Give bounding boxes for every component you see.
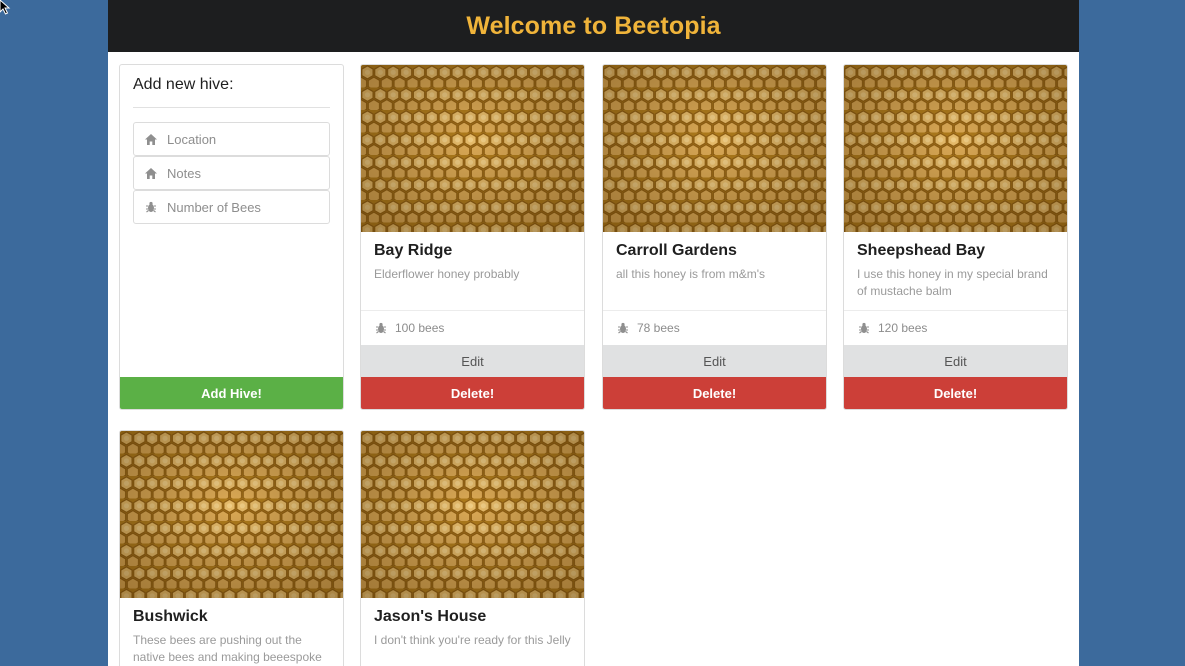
- home-icon: [144, 132, 158, 146]
- location-input[interactable]: [167, 131, 317, 147]
- delete-button[interactable]: Delete!: [603, 377, 826, 409]
- bee-count-label: 78 bees: [637, 321, 680, 335]
- hive-card: Bay Ridge Elderflower honey probably 100…: [360, 64, 585, 410]
- location-field[interactable]: [133, 122, 330, 156]
- bee-count-label: 100 bees: [395, 321, 445, 335]
- hive-card: Sheepshead Bay I use this honey in my sp…: [843, 64, 1068, 410]
- hive-card: Bushwick These bees are pushing out the …: [119, 430, 344, 666]
- hive-notes: These bees are pushing out the native be…: [133, 633, 322, 664]
- bug-icon: [617, 322, 629, 334]
- hive-card: Jason's House I don't think you're ready…: [360, 430, 585, 666]
- honeycomb-image: [603, 65, 826, 232]
- add-hive-form: Add new hive: Add Hive!: [119, 64, 344, 410]
- bee-count: 78 bees: [603, 310, 826, 345]
- bug-icon: [144, 200, 158, 214]
- hive-notes: all this honey is from m&m's: [616, 267, 765, 281]
- hive-name: Carroll Gardens: [616, 242, 737, 259]
- notes-input[interactable]: [167, 165, 317, 181]
- hive-name: Sheepshead Bay: [857, 242, 986, 259]
- notes-field[interactable]: [133, 156, 330, 190]
- honeycomb-image: [844, 65, 1067, 232]
- bee-count: 100 bees: [361, 310, 584, 345]
- hive-name: Jason's House: [374, 608, 487, 625]
- add-hive-button[interactable]: Add Hive!: [120, 377, 343, 409]
- bee-count-input[interactable]: [167, 199, 317, 215]
- bug-icon: [375, 322, 387, 334]
- edit-button[interactable]: Edit: [603, 345, 826, 377]
- delete-button[interactable]: Delete!: [844, 377, 1067, 409]
- hive-notes: Elderflower honey probably: [374, 267, 520, 281]
- honeycomb-image: [361, 65, 584, 232]
- hive-card: Carroll Gardens all this honey is from m…: [602, 64, 827, 410]
- page-title: Welcome to Beetopia: [466, 11, 721, 40]
- hive-notes: I use this honey in my special brand of …: [857, 267, 1048, 298]
- delete-button[interactable]: Delete!: [361, 377, 584, 409]
- bee-count: 120 bees: [844, 310, 1067, 345]
- form-title: Add new hive:: [133, 76, 330, 108]
- mouse-cursor-icon: [0, 0, 11, 15]
- page: Welcome to Beetopia Add new hive: Add Hi…: [108, 0, 1079, 666]
- bee-count-label: 120 bees: [878, 321, 928, 335]
- edit-button[interactable]: Edit: [361, 345, 584, 377]
- hive-notes: I don't think you're ready for this Jell…: [374, 633, 571, 647]
- honeycomb-image: [120, 431, 343, 598]
- edit-button[interactable]: Edit: [844, 345, 1067, 377]
- honeycomb-image: [361, 431, 584, 598]
- bee-count-field[interactable]: [133, 190, 330, 224]
- hive-name: Bay Ridge: [374, 242, 453, 259]
- home-icon: [144, 166, 158, 180]
- bug-icon: [858, 322, 870, 334]
- hive-name: Bushwick: [133, 608, 208, 625]
- header-bar: Welcome to Beetopia: [108, 0, 1079, 52]
